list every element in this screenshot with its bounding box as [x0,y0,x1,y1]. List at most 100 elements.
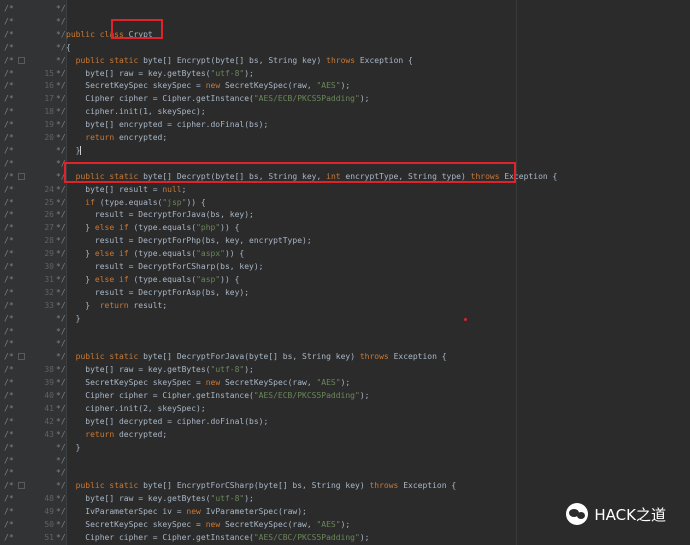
code-line[interactable]: /* 15 */ byte[] raw = key.getBytes("utf-8"… [0,67,690,80]
code-line[interactable]: /* 25 */ if (type.equals("jsp")) { [0,196,690,209]
code-line[interactable]: /* 31 */ } else if (type.equals("asp")) { [0,273,690,286]
line-number: 30 [44,262,54,271]
code-text[interactable]: SecretKeySpec skeySpec = new SecretKeySp… [66,518,350,531]
code-text[interactable]: IvParameterSpec iv = new IvParameterSpec… [66,505,307,518]
code-text[interactable]: byte[] raw = key.getBytes("utf-8"); [66,363,254,376]
code-text[interactable]: cipher.init(1, skeySpec); [66,105,205,118]
comment-suffix: */ [56,481,66,491]
line-number: 15 [44,68,54,78]
line-number: 42 [44,416,54,426]
code-line[interactable]: /* 41 */ cipher.init(2, skeySpec); [0,402,690,415]
text-caret [80,145,82,155]
code-text[interactable]: } [66,441,81,454]
fold-icon[interactable] [18,172,25,180]
code-line[interactable]: /* 26 */ result = DecryptForJava(bs, key); [0,208,690,221]
comment-suffix: */ [56,274,66,284]
code-text[interactable]: byte[] result = null; [66,183,186,196]
code-text[interactable]: Cipher cipher = Cipher.getInstance("AES/… [66,92,369,105]
code-line[interactable]: /* 40 */ Cipher cipher = Cipher.getInstanc… [0,389,690,402]
code-line[interactable]: /* 43 */ return decrypted; [0,428,690,441]
code-line[interactable]: /* */{ [0,41,690,54]
comment-prefix: /* [4,68,14,78]
comment-prefix: /* [4,171,14,181]
code-line[interactable]: /* 28 */ result = DecryptForPhp(bs, key, e… [0,234,690,247]
comment-prefix: /* [4,236,14,246]
code-text[interactable]: } [66,312,81,325]
code-line[interactable]: /* */ } [0,441,690,454]
code-text[interactable]: return encrypted; [66,131,167,144]
code-text[interactable]: SecretKeySpec skeySpec = new SecretKeySp… [66,376,350,389]
comment-prefix: /* [4,120,14,130]
comment-prefix: /* [4,29,14,39]
code-line[interactable]: /* 30 */ result = DecryptForCSharp(bs, key… [0,260,690,273]
code-text[interactable]: public static byte[] DecryptForJava(byte… [66,350,447,363]
code-text[interactable]: byte[] raw = key.getBytes("utf-8"); [66,67,254,80]
code-text[interactable]: } return result; [66,299,167,312]
code-line[interactable]: /* */ } [0,312,690,325]
code-line[interactable]: /* */ [0,2,690,15]
code-text[interactable]: } [66,144,82,157]
comment-suffix: */ [56,133,66,142]
code-line[interactable]: /* */ public static byte[] DecryptForJava… [0,350,690,363]
code-text[interactable]: result = DecryptForAsp(bs, key); [66,286,249,299]
code-text[interactable]: } else if (type.equals("asp")) { [66,273,239,286]
code-line[interactable]: /* */ [0,157,690,170]
code-line[interactable]: /* 32 */ result = DecryptForAsp(bs, key); [0,286,690,299]
code-line[interactable]: /* 39 */ SecretKeySpec skeySpec = new Secr… [0,376,690,389]
code-line[interactable]: /* */ [0,466,690,479]
code-line[interactable]: /* 38 */ byte[] raw = key.getBytes("utf-8"… [0,363,690,376]
code-text[interactable]: byte[] decrypted = cipher.doFinal(bs); [66,415,268,428]
comment-suffix: */ [56,107,66,117]
code-line[interactable]: /* */ [0,454,690,467]
code-line[interactable]: /* 24 */ byte[] result = null; [0,183,690,196]
code-line[interactable]: /* 27 */ } else if (type.equals("php")) { [0,221,690,234]
code-line[interactable]: /* */public class Crypt [0,28,690,41]
code-line[interactable]: /* */ [0,325,690,338]
code-text[interactable]: byte[] encrypted = cipher.doFinal(bs); [66,118,268,131]
code-text[interactable]: return decrypted; [66,428,167,441]
code-text[interactable]: public static byte[] Encrypt(byte[] bs, … [66,54,413,67]
code-text[interactable]: public class Crypt [66,28,153,41]
code-text[interactable]: { [66,41,71,54]
code-line[interactable]: /* 17 */ Cipher cipher = Cipher.getInstanc… [0,92,690,105]
fold-icon[interactable] [18,482,25,490]
code-text[interactable]: SecretKeySpec skeySpec = new SecretKeySp… [66,79,350,92]
code-text[interactable]: result = DecryptForPhp(bs, key, encryptT… [66,234,312,247]
code-line[interactable]: /* */ [0,15,690,28]
code-editor[interactable]: /* *//* *//* */public class Crypt/* */{/* */ … [0,0,690,545]
code-text[interactable]: public static byte[] Decrypt(byte[] bs, … [66,170,558,183]
code-line[interactable]: /* 51 */ Cipher cipher = Cipher.getInstanc… [0,531,690,544]
comment-suffix: */ [56,94,66,104]
code-text[interactable]: result = DecryptForJava(bs, key); [66,208,254,221]
code-text[interactable]: byte[] raw = key.getBytes("utf-8"); [66,492,254,505]
code-text[interactable]: cipher.init(2, skeySpec); [66,402,205,415]
code-line[interactable]: /* 29 */ } else if (type.equals("aspx")) { [0,247,690,260]
code-text[interactable]: Cipher cipher = Cipher.getInstance("AES/… [66,531,369,544]
code-line[interactable]: /* 18 */ cipher.init(1, skeySpec); [0,105,690,118]
code-line[interactable]: /* 42 */ byte[] decrypted = cipher.doFinal… [0,415,690,428]
code-text[interactable]: public static byte[] EncryptForCSharp(by… [66,479,457,492]
code-text[interactable]: } else if (type.equals("aspx")) { [66,247,244,260]
code-line[interactable]: /* 33 */ } return result; [0,299,690,312]
code-text[interactable]: if (type.equals("jsp")) { [66,196,205,209]
code-line[interactable]: /* 19 */ byte[] encrypted = cipher.doFinal… [0,118,690,131]
comment-prefix: /* [4,326,14,336]
comment-prefix: /* [4,494,14,504]
comment-suffix: */ [56,520,66,529]
comment-suffix: */ [56,171,66,181]
code-line[interactable]: /* */ public static byte[] Encrypt(byte[]… [0,54,690,67]
fold-icon[interactable] [18,56,25,64]
code-line[interactable]: /* */ public static byte[] Decrypt(byte[]… [0,170,690,183]
comment-prefix: /* [4,507,14,517]
code-line[interactable]: /* */ public static byte[] EncryptForCSha… [0,479,690,492]
comment-prefix: /* [4,391,14,400]
code-line[interactable]: /* 16 */ SecretKeySpec skeySpec = new Secr… [0,79,690,92]
code-text[interactable]: result = DecryptForCSharp(bs, key); [66,260,264,273]
comment-prefix: /* [4,133,14,142]
code-text[interactable]: } else if (type.equals("php")) { [66,221,239,234]
code-line[interactable]: /* */ [0,337,690,350]
code-text[interactable]: Cipher cipher = Cipher.getInstance("AES/… [66,389,369,402]
fold-icon[interactable] [18,353,25,361]
code-line[interactable]: /* */ } [0,144,690,157]
code-line[interactable]: /* 20 */ return encrypted; [0,131,690,144]
